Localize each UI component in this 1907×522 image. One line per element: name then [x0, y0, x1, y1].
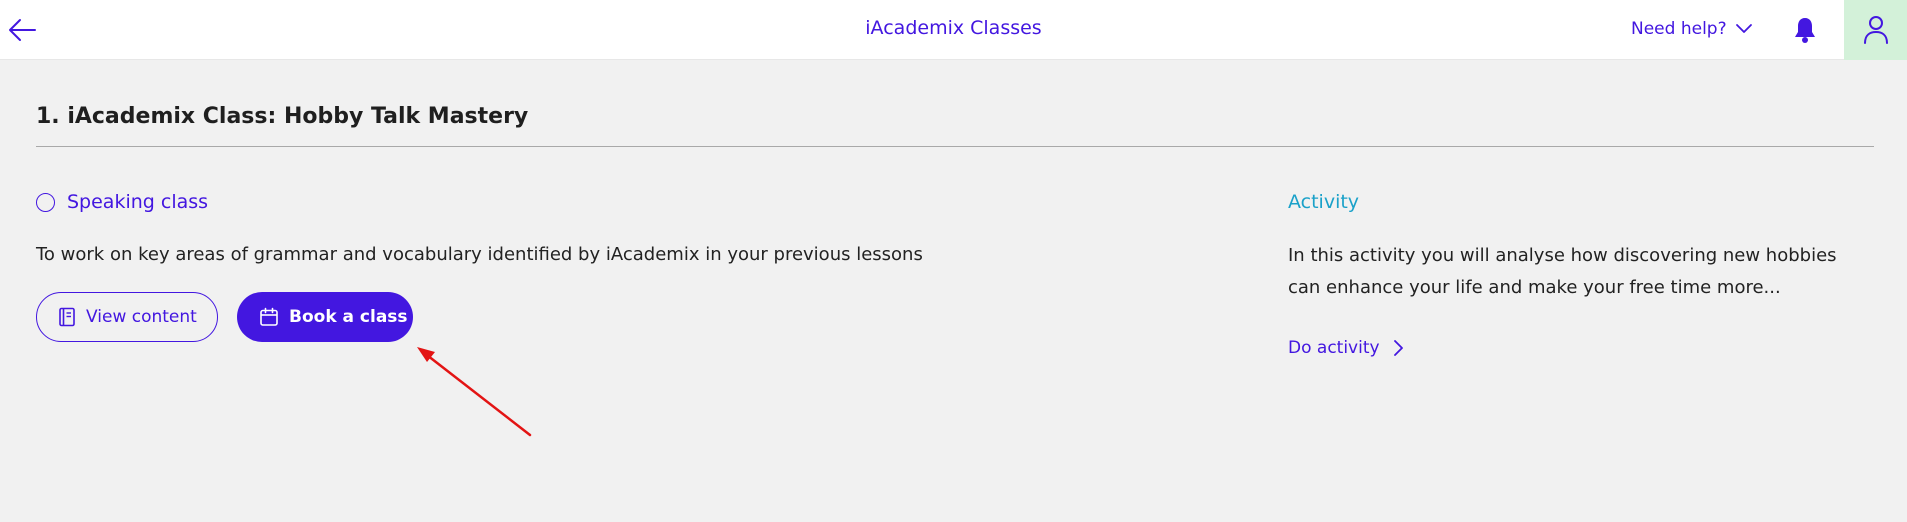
chevron-right-icon: [1393, 340, 1403, 356]
page-title: iAcademix Classes: [865, 17, 1042, 39]
profile-button[interactable]: [1844, 0, 1907, 60]
activity-description: In this activity you will analyse how di…: [1288, 245, 1837, 298]
bell-icon: [1795, 18, 1815, 43]
book-a-class-button[interactable]: Book a class: [237, 292, 413, 342]
do-activity-label: Do activity: [1288, 338, 1380, 358]
user-icon: [1863, 16, 1888, 44]
need-help-label: Need help?: [1631, 19, 1727, 39]
calendar-icon: [260, 307, 278, 326]
notifications-button[interactable]: [1790, 14, 1820, 46]
do-activity-link[interactable]: Do activity: [1288, 338, 1404, 358]
completion-status-circle[interactable]: [36, 192, 55, 212]
speaking-class-heading: Speaking class: [36, 191, 208, 213]
annotation-arrow-icon: [417, 347, 532, 437]
speaking-class-description: To work on key areas of grammar and voca…: [36, 244, 923, 265]
activity-heading: Activity: [1288, 191, 1360, 213]
lesson-title: 1. iAcademix Class: Hobby Talk Mastery: [36, 104, 529, 129]
chevron-down-icon: [1735, 24, 1752, 33]
section-divider: [36, 146, 1874, 147]
top-header: iAcademix Classes Need help?: [0, 0, 1907, 60]
view-content-label: View content: [86, 307, 197, 327]
speaking-class-title: Speaking class: [67, 191, 209, 213]
book-a-class-label: Book a class: [289, 307, 408, 327]
need-help-menu[interactable]: Need help?: [1631, 19, 1753, 39]
notebook-icon: [59, 307, 75, 327]
view-content-button[interactable]: View content: [36, 292, 218, 342]
